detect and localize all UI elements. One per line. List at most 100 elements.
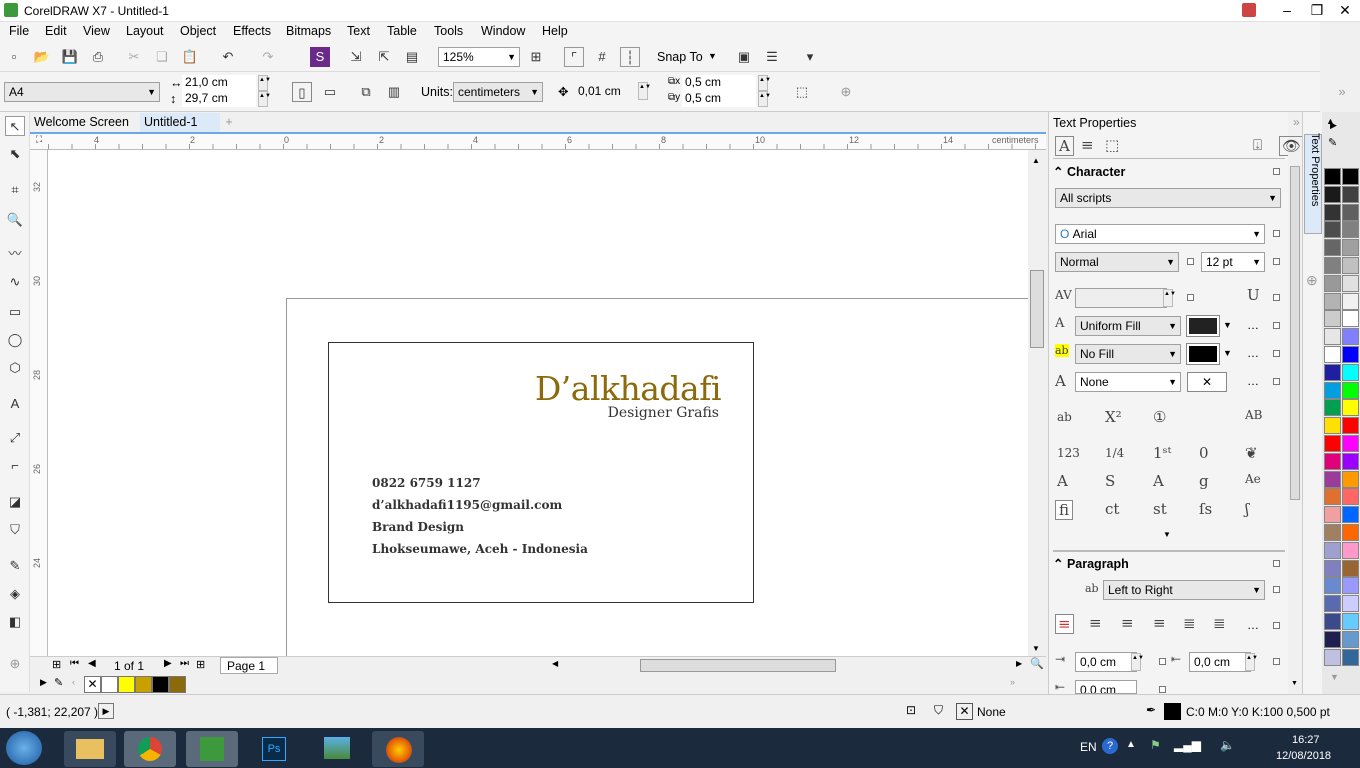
transparency-icon[interactable]: ⛉ bbox=[5, 520, 25, 540]
add-page-before-icon[interactable]: ⊞ bbox=[52, 658, 61, 671]
palette-swatch[interactable] bbox=[1342, 470, 1359, 488]
nudge-spinner[interactable]: ▲▼ bbox=[638, 82, 651, 100]
docker-options-icon[interactable]: ⍗ bbox=[1253, 136, 1262, 154]
page-height-spinner[interactable]: ▲▼ bbox=[258, 91, 271, 107]
new-document-icon[interactable]: ▫ bbox=[4, 47, 24, 67]
all-pages-icon[interactable]: ⧉ bbox=[356, 82, 376, 102]
paste-icon[interactable]: 📋 bbox=[180, 47, 200, 67]
numeric-fraction-icon[interactable]: ① bbox=[1153, 408, 1166, 426]
start-button[interactable] bbox=[6, 731, 42, 765]
palette-swatch[interactable] bbox=[1324, 310, 1341, 328]
chrome-icon[interactable] bbox=[124, 731, 176, 767]
palette-color-swatches[interactable] bbox=[1322, 168, 1360, 668]
palette-swatch[interactable] bbox=[1342, 168, 1359, 185]
palette-swatch[interactable] bbox=[1342, 274, 1359, 292]
artistic-media-icon[interactable]: ∿ bbox=[5, 272, 25, 292]
align-left-icon[interactable]: ≡ bbox=[1089, 614, 1102, 632]
palette-swatch[interactable] bbox=[1324, 328, 1341, 346]
fill-none-swatch[interactable]: ✕ bbox=[956, 703, 973, 720]
horizontal-ruler[interactable]: 4 2 0 2 4 6 8 10 12 14 centimeters bbox=[48, 132, 1046, 150]
palette-swatch[interactable] bbox=[1342, 630, 1359, 648]
stylistic-alternate-icon[interactable]: A bbox=[1057, 472, 1068, 490]
swatch-gold[interactable] bbox=[135, 676, 152, 693]
language-indicator[interactable]: EN bbox=[1080, 740, 1097, 754]
zoom-navigator-icon[interactable]: 🔍 bbox=[1030, 657, 1044, 670]
ordinal-icon[interactable]: 123 bbox=[1057, 446, 1080, 460]
color-eyedropper-icon[interactable]: ✎ bbox=[5, 556, 25, 576]
fill-type-dropdown[interactable]: Uniform Fill ▼ bbox=[1075, 316, 1181, 336]
font-family-dropdown[interactable]: Ο Arial ▼ bbox=[1055, 224, 1265, 244]
palette-swatch[interactable] bbox=[1342, 648, 1359, 666]
add-tool-icon[interactable]: ⊕ bbox=[836, 82, 856, 102]
kerning-input[interactable] bbox=[1075, 288, 1167, 308]
first-line-indent-spinner[interactable]: ▲▼ bbox=[1131, 653, 1144, 671]
text-direction-dropdown[interactable]: Left to Right ▼ bbox=[1103, 580, 1265, 600]
fill-settings-button[interactable]: … bbox=[1247, 318, 1259, 332]
drop-shadow-icon[interactable]: ◪ bbox=[5, 492, 25, 512]
left-indent-toggle[interactable] bbox=[1273, 658, 1280, 665]
all-caps-icon[interactable]: AB bbox=[1245, 408, 1262, 422]
justify-icon[interactable]: ≣ bbox=[1183, 614, 1196, 632]
minimize-button[interactable]: – bbox=[1272, 0, 1302, 22]
palette-swatch[interactable] bbox=[1324, 185, 1341, 203]
save-icon[interactable]: 💾 bbox=[60, 47, 80, 67]
cut-icon[interactable]: ✂ bbox=[124, 47, 144, 67]
nudge-input[interactable]: 0,01 cm bbox=[574, 82, 636, 102]
historical-ligature-icon[interactable]: st bbox=[1153, 500, 1167, 518]
palette-swatch[interactable] bbox=[1324, 435, 1341, 452]
palette-swatch[interactable] bbox=[1324, 381, 1341, 399]
left-indent-spinner[interactable]: ▲▼ bbox=[1245, 653, 1258, 671]
font-style-toggle[interactable] bbox=[1187, 258, 1194, 265]
ornament-icon[interactable]: ❦ bbox=[1245, 444, 1258, 462]
page-tab[interactable]: Page 1 bbox=[220, 657, 278, 674]
align-center-icon[interactable]: ≡ bbox=[1121, 614, 1134, 632]
align-right-icon[interactable]: ≡ bbox=[1153, 614, 1166, 632]
scroll-down-arrow-icon[interactable]: ▼ bbox=[1032, 644, 1040, 653]
clock-time[interactable]: 16:27 bbox=[1292, 734, 1320, 746]
kerning-toggle[interactable] bbox=[1187, 294, 1194, 301]
menu-file[interactable]: File bbox=[9, 24, 29, 38]
eyedropper-icon[interactable]: ✎ bbox=[54, 676, 63, 689]
frame-tab-icon[interactable]: ⬚ bbox=[1105, 136, 1119, 154]
more-features-arrow-icon[interactable]: ▼ bbox=[1163, 530, 1171, 539]
outline-width-dropdown[interactable]: None ▼ bbox=[1075, 372, 1181, 392]
palette-swatch[interactable] bbox=[1324, 488, 1341, 506]
palette-scroll-icon[interactable]: ▲ bbox=[1326, 116, 1335, 126]
show-grid-icon[interactable]: # bbox=[592, 47, 612, 67]
palette-swatch[interactable] bbox=[1342, 541, 1359, 559]
landscape-icon[interactable]: ▭ bbox=[320, 82, 340, 102]
palette-swatch[interactable] bbox=[1342, 310, 1359, 328]
scroll-up-arrow-icon[interactable]: ▲ bbox=[1032, 156, 1040, 165]
business-card[interactable]: D’alkhadafi Designer Grafis 0822 6759 11… bbox=[328, 342, 754, 603]
palette-swatch[interactable] bbox=[1324, 274, 1341, 292]
expand-toolbar-icon[interactable]: » bbox=[1332, 82, 1352, 102]
menu-edit[interactable]: Edit bbox=[45, 24, 67, 38]
freehand-tool-icon[interactable]: 〰 bbox=[5, 244, 25, 264]
snap-to-arrow-icon[interactable]: ▼ bbox=[708, 51, 717, 61]
new-tab-icon[interactable]: + bbox=[220, 113, 238, 132]
ellipse-tool-icon[interactable]: ◯ bbox=[5, 330, 25, 350]
palette-eyedropper-icon[interactable]: ✎ bbox=[1328, 136, 1337, 149]
swatch-black[interactable] bbox=[152, 676, 169, 693]
show-rulers-icon[interactable]: ⌜ bbox=[564, 47, 584, 67]
snap-to-dropdown[interactable]: Snap To bbox=[657, 50, 703, 64]
quick-customize-icon[interactable]: ▾ bbox=[800, 47, 820, 67]
menu-view[interactable]: View bbox=[83, 24, 110, 38]
outline-settings-button[interactable]: … bbox=[1247, 374, 1259, 388]
palette-swatch[interactable] bbox=[1324, 613, 1341, 630]
scripts-dropdown[interactable]: All scripts ▼ bbox=[1055, 188, 1281, 208]
character-tab-icon[interactable]: A bbox=[1055, 136, 1074, 156]
swatch-none[interactable]: ✕ bbox=[84, 676, 101, 693]
shape-tool-icon[interactable]: ⬉ bbox=[5, 144, 25, 164]
palette-left-icon[interactable]: ‹ bbox=[72, 677, 75, 687]
titling-alternate-icon[interactable]: A bbox=[1153, 472, 1164, 490]
menu-table[interactable]: Table bbox=[387, 24, 417, 38]
palette-swatch[interactable] bbox=[1342, 221, 1359, 239]
export-icon[interactable]: ⇱ bbox=[374, 47, 394, 67]
text-tool-icon[interactable]: A bbox=[5, 394, 25, 414]
first-page-icon[interactable]: ⏮ bbox=[70, 658, 79, 669]
palette-swatch[interactable] bbox=[1324, 559, 1341, 577]
clock-date[interactable]: 12/08/2018 bbox=[1276, 750, 1331, 762]
palette-swatch[interactable] bbox=[1342, 559, 1359, 577]
interactive-fill-icon[interactable]: ◈ bbox=[5, 584, 25, 604]
